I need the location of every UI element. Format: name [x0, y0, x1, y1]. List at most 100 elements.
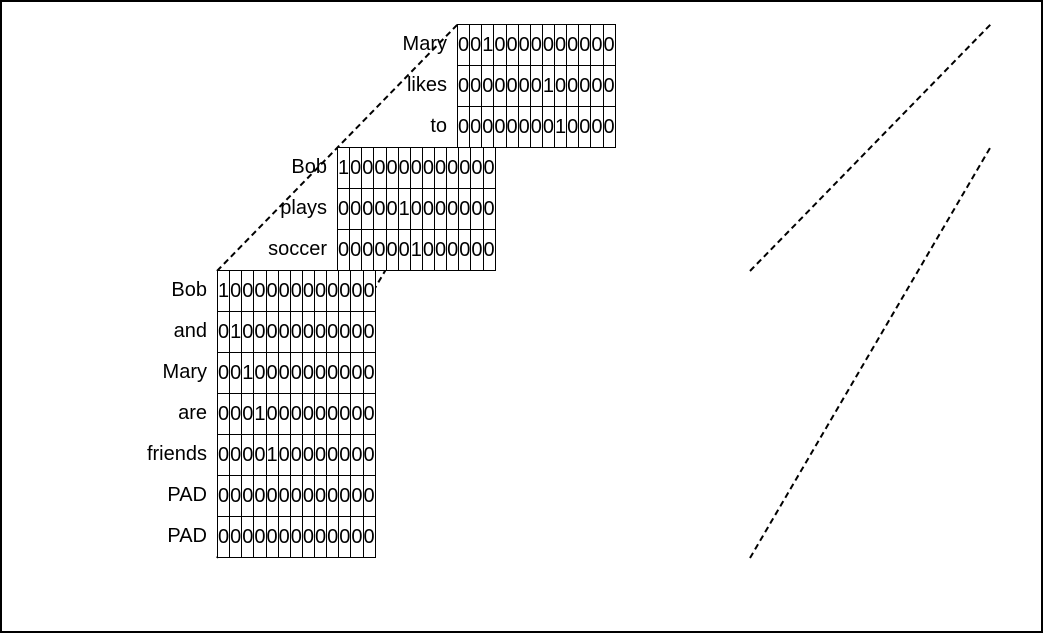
cell: 0	[339, 435, 351, 476]
cell: 0	[567, 25, 579, 66]
cell: 0	[351, 312, 363, 353]
cell: 0	[530, 66, 542, 107]
cell: 0	[470, 25, 482, 66]
cell: 0	[218, 312, 230, 353]
cell: 1	[242, 353, 254, 394]
cell: 0	[351, 435, 363, 476]
cell: 0	[302, 517, 314, 558]
cell: 0	[506, 107, 518, 148]
cell: 1	[482, 25, 494, 66]
cell: 0	[542, 107, 554, 148]
cell: 0	[302, 271, 314, 312]
cell: 0	[290, 271, 302, 312]
cell: 0	[363, 271, 375, 312]
row-label: Bob	[2, 147, 327, 188]
cell: 0	[266, 312, 278, 353]
cell: 1	[230, 312, 242, 353]
cell: 1	[542, 66, 554, 107]
cell: 0	[471, 148, 483, 189]
cell: 0	[386, 148, 398, 189]
cell: 0	[422, 230, 434, 271]
cell: 0	[386, 230, 398, 271]
cell: 0	[254, 435, 266, 476]
cell: 0	[447, 148, 459, 189]
cell: 0	[518, 107, 530, 148]
cell: 0	[374, 189, 386, 230]
cell: 1	[266, 435, 278, 476]
cell: 0	[506, 66, 518, 107]
cell: 0	[278, 394, 290, 435]
cell: 0	[459, 148, 471, 189]
matrix-front: 1000000000000010000000000000100000000000…	[217, 270, 376, 558]
cell: 0	[591, 66, 603, 107]
cell: 0	[339, 476, 351, 517]
cell: 0	[363, 517, 375, 558]
cell: 0	[290, 517, 302, 558]
cell: 0	[567, 66, 579, 107]
cell: 0	[603, 25, 615, 66]
cell: 0	[374, 230, 386, 271]
cell: 0	[315, 312, 327, 353]
cell: 0	[458, 107, 470, 148]
cell: 0	[315, 517, 327, 558]
cell: 0	[435, 230, 447, 271]
cell: 0	[422, 189, 434, 230]
cell: 0	[579, 25, 591, 66]
cell: 0	[266, 517, 278, 558]
cell: 0	[458, 25, 470, 66]
cell: 0	[315, 435, 327, 476]
cell: 0	[363, 312, 375, 353]
cell: 0	[339, 517, 351, 558]
cell: 0	[290, 312, 302, 353]
cell: 0	[302, 312, 314, 353]
cell: 0	[327, 353, 339, 394]
cell: 0	[555, 25, 567, 66]
cell: 0	[290, 435, 302, 476]
row-label: plays	[2, 188, 327, 229]
cell: 0	[579, 66, 591, 107]
cell: 0	[254, 312, 266, 353]
cell: 0	[338, 189, 350, 230]
cell: 0	[483, 189, 495, 230]
cell: 0	[398, 148, 410, 189]
cell: 0	[218, 517, 230, 558]
row-label: Bob	[2, 270, 207, 311]
cell: 0	[555, 66, 567, 107]
cell: 0	[350, 148, 362, 189]
cell: 0	[471, 230, 483, 271]
one-hot-tensor-diagram: { "layers": { "back": { "labels": ["Mary…	[0, 0, 1043, 633]
cell: 1	[398, 189, 410, 230]
cell: 0	[315, 353, 327, 394]
cell: 0	[327, 394, 339, 435]
cell: 0	[386, 189, 398, 230]
cell: 0	[458, 66, 470, 107]
cell: 0	[603, 66, 615, 107]
cell: 0	[302, 353, 314, 394]
cell: 0	[363, 476, 375, 517]
cell: 0	[482, 107, 494, 148]
cell: 0	[351, 517, 363, 558]
cell: 0	[242, 435, 254, 476]
cell: 0	[315, 476, 327, 517]
cell: 0	[278, 271, 290, 312]
row-labels-mid: Bobplayssoccer	[2, 147, 327, 270]
cell: 0	[591, 25, 603, 66]
cell: 0	[422, 148, 434, 189]
cell: 0	[290, 476, 302, 517]
cell: 0	[230, 476, 242, 517]
cell: 0	[278, 353, 290, 394]
cell: 0	[339, 353, 351, 394]
cell: 0	[230, 271, 242, 312]
cell: 0	[447, 230, 459, 271]
cell: 0	[351, 353, 363, 394]
row-labels-front: BobandMaryarefriendsPADPAD	[2, 270, 207, 557]
row-label: and	[2, 311, 207, 352]
cell: 0	[470, 107, 482, 148]
cell: 1	[555, 107, 567, 148]
cell: 0	[518, 66, 530, 107]
row-label: soccer	[2, 229, 327, 270]
cell: 0	[483, 230, 495, 271]
cell: 0	[530, 25, 542, 66]
cell: 0	[327, 435, 339, 476]
cell: 0	[218, 476, 230, 517]
